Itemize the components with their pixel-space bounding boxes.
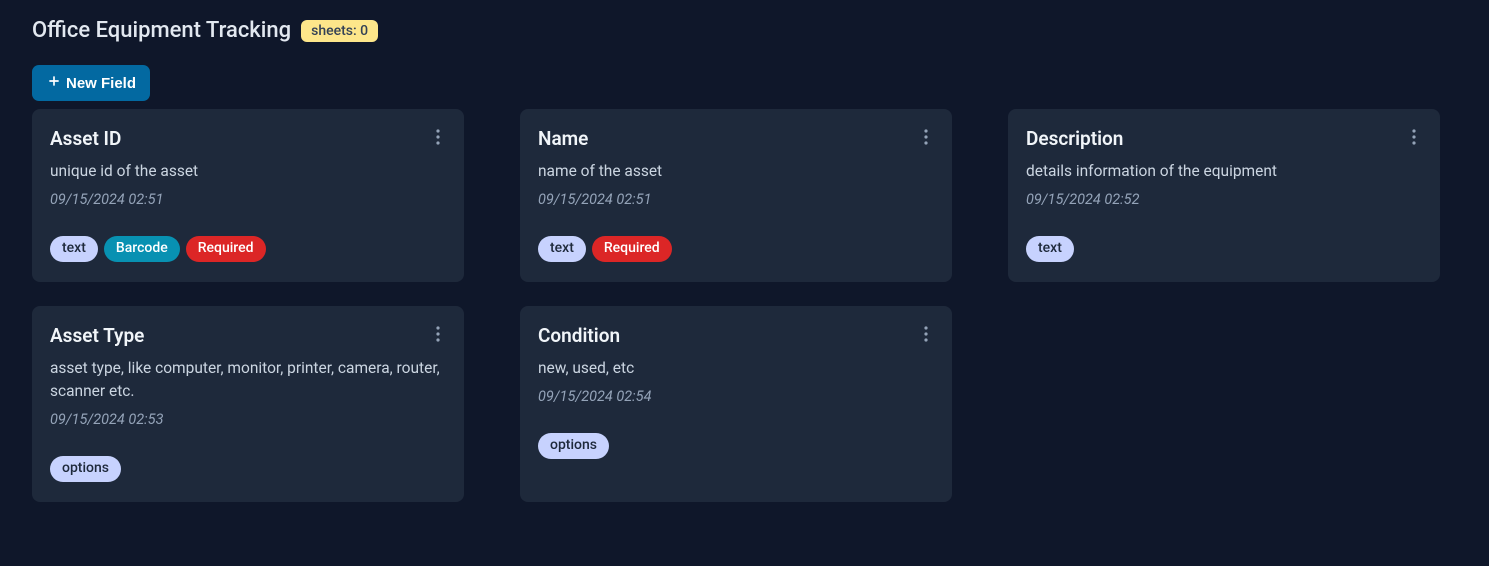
more-vertical-icon [436, 326, 440, 345]
more-vertical-icon [924, 129, 928, 148]
tag-barcode: Barcode [104, 236, 180, 262]
more-options-button[interactable] [918, 127, 934, 150]
field-timestamp: 09/15/2024 02:51 [50, 191, 446, 208]
tag-text: text [50, 236, 98, 262]
field-card-header: Condition [538, 324, 934, 347]
page-title: Office Equipment Tracking [32, 18, 291, 43]
field-description: asset type, like computer, monitor, prin… [50, 357, 446, 404]
field-title: Asset ID [50, 127, 121, 150]
field-description: unique id of the asset [50, 160, 446, 183]
more-options-button[interactable] [430, 127, 446, 150]
field-card[interactable]: Condition new, used, etc 09/15/2024 02:54 o… [520, 306, 952, 502]
field-card[interactable]: Asset ID unique id of the asset 09/15/2024… [32, 109, 464, 282]
field-title: Description [1026, 127, 1123, 150]
field-card[interactable]: Asset Type asset type, like computer, mon… [32, 306, 464, 502]
more-vertical-icon [436, 129, 440, 148]
tag-text: text [1026, 236, 1074, 262]
more-options-button[interactable] [1406, 127, 1422, 150]
sheets-count-badge: sheets: 0 [301, 20, 378, 42]
field-title: Condition [538, 324, 620, 347]
field-card-grid: Asset ID unique id of the asset 09/15/2024… [32, 109, 1457, 502]
field-timestamp: 09/15/2024 02:54 [538, 388, 934, 405]
field-description: name of the asset [538, 160, 934, 183]
tag-required: Required [592, 236, 672, 262]
field-card-header: Name [538, 127, 934, 150]
field-card-header: Asset Type [50, 324, 446, 347]
field-card-header: Description [1026, 127, 1422, 150]
field-title: Name [538, 127, 588, 150]
new-field-button[interactable]: New Field [32, 65, 150, 101]
more-vertical-icon [924, 326, 928, 345]
page-header: Office Equipment Tracking sheets: 0 [32, 18, 1457, 43]
tag-row: options [50, 456, 446, 482]
field-timestamp: 09/15/2024 02:51 [538, 191, 934, 208]
field-description: new, used, etc [538, 357, 934, 380]
tag-text: text [538, 236, 586, 262]
more-options-button[interactable] [430, 324, 446, 347]
tag-row: options [538, 433, 934, 459]
more-options-button[interactable] [918, 324, 934, 347]
field-timestamp: 09/15/2024 02:52 [1026, 191, 1422, 208]
tag-row: textRequired [538, 236, 934, 262]
tag-options: options [538, 433, 609, 459]
field-description: details information of the equipment [1026, 160, 1422, 183]
tag-required: Required [186, 236, 266, 262]
tag-row: textBarcodeRequired [50, 236, 446, 262]
tag-row: text [1026, 236, 1422, 262]
field-card-header: Asset ID [50, 127, 446, 150]
plus-icon [46, 73, 62, 93]
new-field-label: New Field [66, 75, 136, 92]
field-title: Asset Type [50, 324, 144, 347]
tag-options: options [50, 456, 121, 482]
field-card[interactable]: Description details information of the eq… [1008, 109, 1440, 282]
field-timestamp: 09/15/2024 02:53 [50, 411, 446, 428]
field-card[interactable]: Name name of the asset 09/15/2024 02:51 tex… [520, 109, 952, 282]
more-vertical-icon [1412, 129, 1416, 148]
